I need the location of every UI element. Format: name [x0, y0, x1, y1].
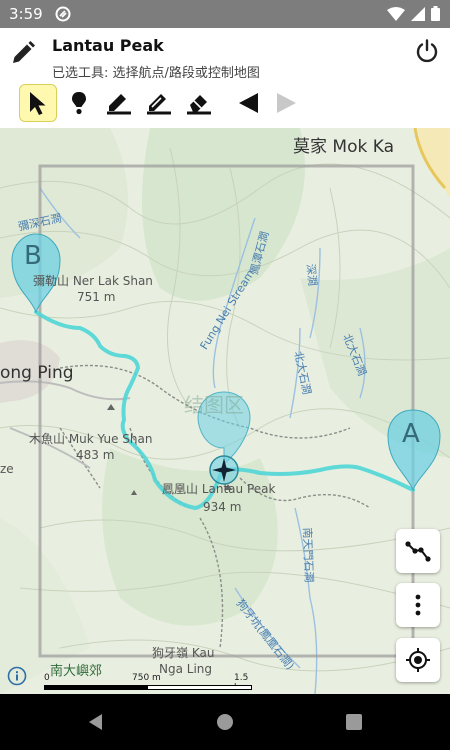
redo-button[interactable]: [268, 84, 306, 122]
edit-line-icon: [147, 94, 171, 115]
topographic-map[interactable]: 莫家 Mok Ka ong Ping 彌勒山 Ner Lak Shan 751 …: [0, 128, 450, 694]
draw-segment-tool-button[interactable]: [100, 84, 138, 122]
scale-label-zero: 0: [44, 673, 50, 683]
scale-bar-graphic: [44, 685, 252, 690]
info-icon[interactable]: [7, 666, 27, 686]
status-time: 3:59: [9, 5, 43, 23]
home-nav-icon[interactable]: [215, 712, 235, 732]
app-header: Lantau Peak 已选工具: 选择航点/路段或控制地图: [0, 28, 450, 84]
place-label-ze: ze: [0, 462, 14, 476]
scale-label-mid: 750 m: [132, 673, 161, 683]
route-title[interactable]: Lantau Peak: [52, 36, 164, 55]
edit-toolbar: [0, 84, 450, 128]
eraser-icon: [187, 95, 211, 115]
peak-height-muk-yue-shan: 483 m: [76, 448, 115, 462]
notification-icon: [55, 6, 71, 22]
scale-label-end: 1.5 km: [234, 673, 249, 693]
route-profile-button[interactable]: [396, 529, 440, 573]
system-nav-bar: [0, 694, 450, 750]
wifi-icon: [387, 6, 405, 21]
map-scale-bar: 0 750 m 1.5 km: [44, 673, 264, 693]
cursor-arrow-icon: [30, 92, 46, 115]
place-label-mok-ka: 莫家 Mok Ka: [293, 137, 394, 157]
map-area-watermark: 结图区: [184, 393, 244, 417]
peak-label-muk-yue-shan: 木魚山 Muk Yue Shan: [29, 432, 153, 446]
back-nav-icon[interactable]: [86, 712, 106, 732]
edit-pencil-icon[interactable]: [10, 40, 36, 66]
peak-label-ner-lak-shan: 彌勒山 Ner Lak Shan: [33, 274, 153, 288]
edit-segment-tool-button[interactable]: [140, 84, 178, 122]
status-bar: 3:59: [0, 0, 450, 28]
waypoint-b-label: B: [24, 241, 42, 271]
my-location-button[interactable]: [396, 638, 440, 682]
more-vertical-icon: [415, 594, 421, 616]
stream-label-tin: 深澗: [303, 263, 320, 287]
crosshair-location-icon: [406, 648, 430, 672]
waypoint-tool-button[interactable]: [60, 84, 98, 122]
redo-arrow-icon: [277, 93, 296, 113]
peak-label-lantau-peak: 鳳凰山 Lantau Peak: [162, 482, 276, 496]
route-line-icon: [405, 541, 431, 562]
signal-icon: [411, 6, 425, 21]
peak-label-kau-nga-ling-cn: 狗牙嶺 Kau: [152, 646, 215, 660]
peak-height-lantau-peak: 934 m: [203, 500, 242, 514]
recents-nav-icon[interactable]: [344, 712, 364, 732]
selected-tool-hint: 已选工具: 选择航点/路段或控制地图: [52, 66, 260, 81]
draw-line-icon: [107, 94, 131, 115]
waypoint-a-label: A: [402, 419, 420, 449]
undo-arrow-icon: [239, 93, 258, 113]
stream-label-south: 南天門石澗: [300, 527, 316, 583]
power-icon[interactable]: [414, 38, 440, 64]
select-tool-button[interactable]: [19, 84, 57, 122]
system-icons: [387, 6, 440, 21]
undo-button[interactable]: [229, 84, 267, 122]
battery-icon: [431, 6, 440, 21]
peak-height-ner-lak-shan: 751 m: [77, 290, 116, 304]
erase-tool-button[interactable]: [180, 84, 218, 122]
more-options-button[interactable]: [396, 583, 440, 627]
waypoint-pin-icon: [72, 92, 86, 115]
place-label-ngong-ping: ong Ping: [0, 363, 74, 383]
